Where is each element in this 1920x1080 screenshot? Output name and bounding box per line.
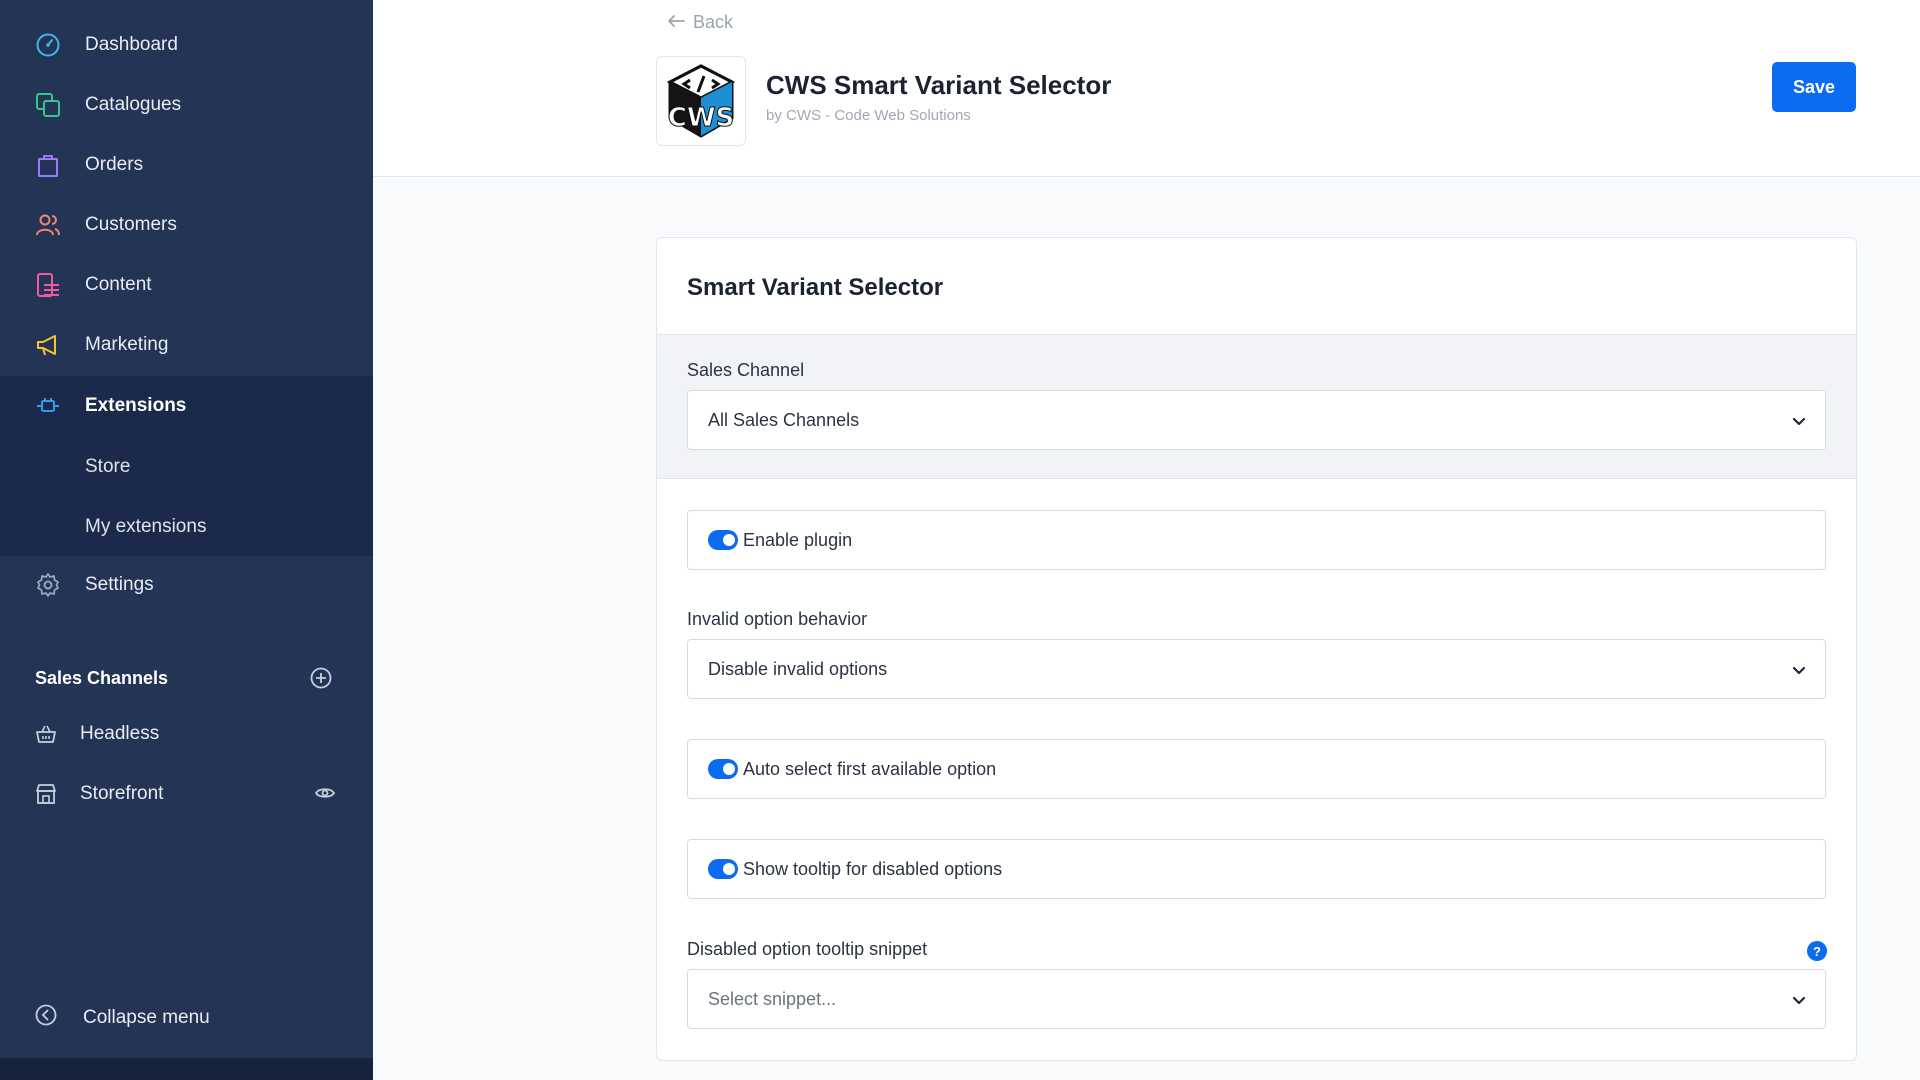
sidebar-item-customers[interactable]: Customers	[0, 195, 373, 255]
invalid-option-select[interactable]: Disable invalid options	[687, 639, 1826, 699]
extensions-icon	[34, 392, 62, 420]
sidebar-item-label: Extensions	[85, 395, 187, 416]
sidebar-item-extensions[interactable]: Extensions	[0, 376, 373, 436]
sidebar-subitem-store[interactable]: Store	[85, 456, 130, 478]
dashboard-icon	[34, 31, 62, 59]
gear-icon	[34, 571, 62, 599]
auto-select-toggle[interactable]	[708, 759, 738, 779]
sales-channel-label: Headless	[80, 723, 160, 744]
enable-plugin-label: Enable plugin	[743, 529, 853, 550]
tooltip-snippet-placeholder: Select snippet...	[708, 988, 837, 1009]
sidebar-item-content[interactable]: Content	[0, 255, 373, 315]
sales-channel-select[interactable]: All Sales Channels	[687, 390, 1826, 450]
sidebar-item-label: Customers	[85, 214, 177, 235]
arrow-left-icon	[667, 12, 685, 33]
back-label: Back	[693, 12, 734, 32]
sidebar-item-label: Content	[85, 274, 152, 295]
sales-channel-headless[interactable]: Headless	[0, 704, 373, 764]
orders-icon	[34, 151, 62, 179]
sidebar-item-label: Marketing	[85, 334, 169, 355]
app-vendor: by CWS - Code Web Solutions	[766, 107, 971, 124]
invalid-option-label: Invalid option behavior	[687, 609, 868, 629]
enable-plugin-toggle[interactable]	[708, 530, 738, 550]
show-tooltip-toggle[interactable]	[708, 859, 738, 879]
basket-icon	[32, 720, 60, 748]
storefront-icon	[32, 780, 60, 808]
sales-channel-storefront[interactable]: Storefront	[0, 764, 373, 824]
sales-channels-heading: Sales Channels	[35, 668, 169, 688]
sidebar-subitem-my-extensions[interactable]: My extensions	[85, 516, 206, 538]
chevron-down-icon	[1791, 662, 1807, 683]
sidebar-item-label: Settings	[85, 574, 154, 595]
sales-channel-label: Sales Channel	[687, 360, 805, 380]
catalogues-icon	[34, 91, 62, 119]
sidebar-item-catalogues[interactable]: Catalogues	[0, 75, 373, 135]
svg-text:CWS: CWS	[668, 103, 735, 133]
chevron-down-icon	[1791, 413, 1807, 434]
sales-channel-value: All Sales Channels	[708, 409, 860, 430]
tooltip-snippet-label: Disabled option tooltip snippet	[687, 939, 928, 959]
sales-channel-label: Storefront	[80, 783, 164, 804]
sidebar-footer-bar	[0, 1058, 373, 1080]
chevron-left-circle-icon	[34, 1003, 58, 1033]
sidebar-item-label: Dashboard	[85, 34, 178, 55]
auto-select-label: Auto select first available option	[743, 758, 997, 779]
sidebar-item-label: Orders	[85, 154, 144, 175]
sidebar-item-orders[interactable]: Orders	[0, 135, 373, 195]
marketing-icon	[34, 331, 62, 359]
cws-logo-icon: CWS	[666, 64, 736, 138]
customers-icon	[34, 211, 62, 239]
help-icon[interactable]: ?	[1807, 941, 1827, 961]
sidebar-item-marketing[interactable]: Marketing	[0, 315, 373, 375]
collapse-menu-label: Collapse menu	[83, 1007, 210, 1028]
chevron-down-icon	[1791, 992, 1807, 1013]
collapse-menu-button[interactable]: Collapse menu	[0, 988, 373, 1048]
sidebar-item-dashboard[interactable]: Dashboard	[0, 15, 373, 75]
back-link[interactable]: Back	[667, 12, 733, 33]
app-title: CWS Smart Variant Selector	[766, 70, 1112, 100]
card-title: Smart Variant Selector	[687, 274, 944, 301]
save-button[interactable]: Save	[1772, 62, 1856, 112]
sales-channel-panel: Sales Channel All Sales Channels	[657, 334, 1856, 479]
config-card: Smart Variant Selector Sales Channel All…	[656, 237, 1857, 1061]
auto-select-row: Auto select first available option	[687, 739, 1826, 799]
invalid-option-value: Disable invalid options	[708, 658, 888, 679]
eye-icon[interactable]	[314, 782, 336, 810]
sidebar-item-settings[interactable]: Settings	[0, 555, 373, 615]
tooltip-snippet-select[interactable]: Select snippet...	[687, 969, 1826, 1029]
enable-plugin-row: Enable plugin	[687, 510, 1826, 570]
show-tooltip-row: Show tooltip for disabled options	[687, 839, 1826, 899]
extensions-section: Extensions Store My extensions	[0, 376, 373, 556]
content-icon	[34, 271, 62, 299]
add-sales-channel-icon[interactable]	[309, 666, 333, 690]
app-logo: CWS	[656, 56, 746, 146]
sidebar-item-label: Catalogues	[85, 94, 182, 115]
app-header: Back CWS CWS Smart Variant Selector by C…	[373, 0, 1920, 177]
show-tooltip-label: Show tooltip for disabled options	[743, 858, 1003, 879]
sidebar: Dashboard Catalogues Orders Customers Co…	[0, 0, 373, 1080]
